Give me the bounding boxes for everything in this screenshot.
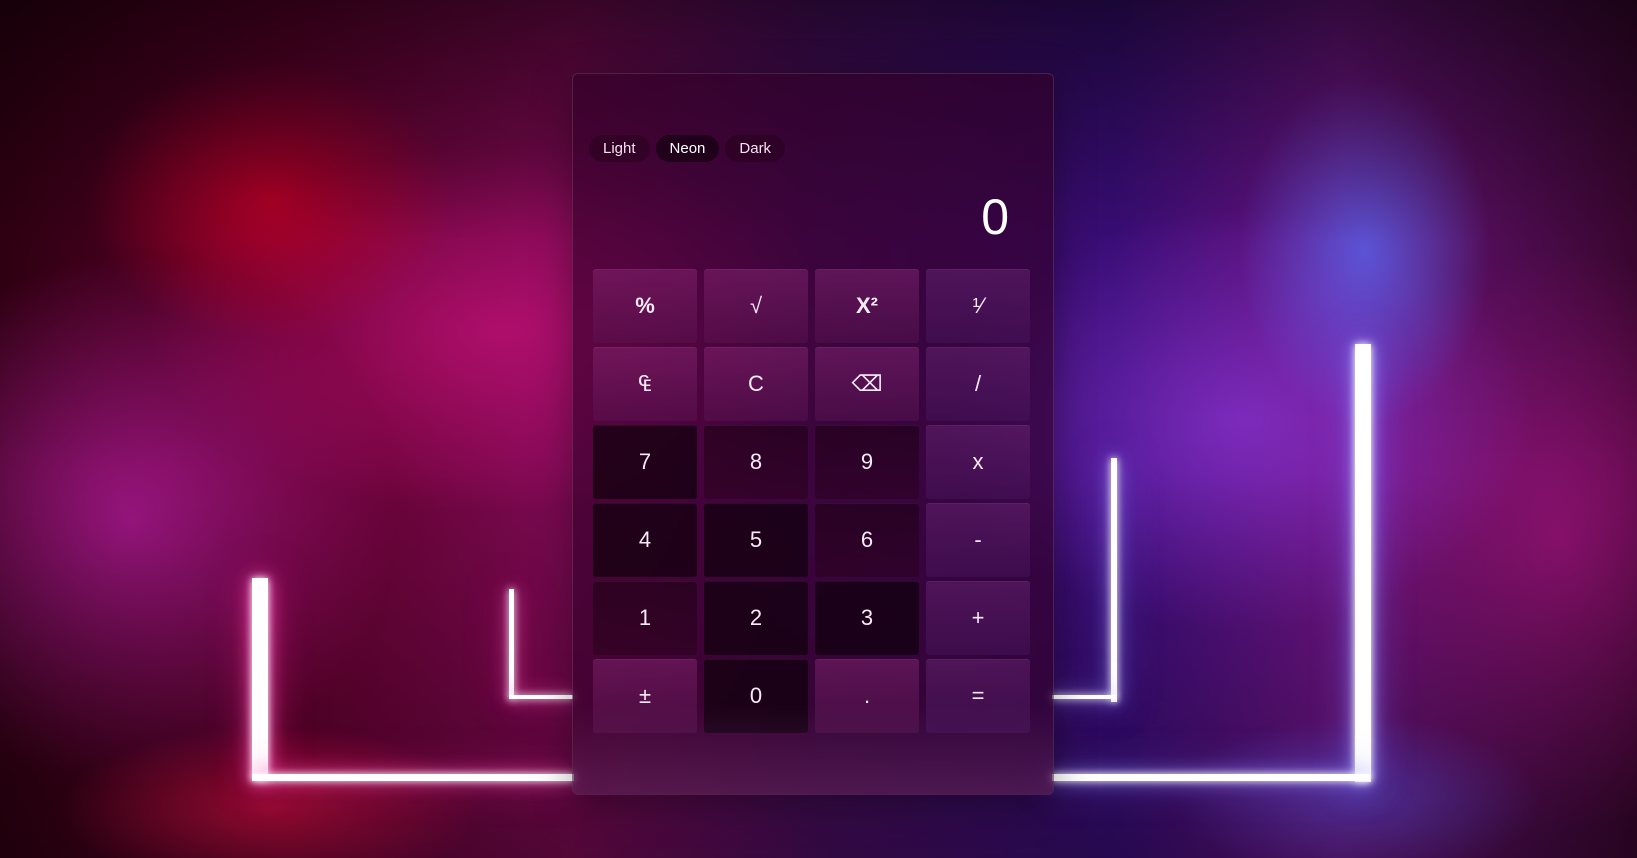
calculator: Light Neon Dark 0 % √ X² ¹⁄ ₠ C ⌫ / 7 8 … xyxy=(572,73,1054,795)
decimal-button[interactable]: . xyxy=(815,659,919,733)
equals-button[interactable]: = xyxy=(926,659,1030,733)
calculator-display: 0 xyxy=(981,189,1009,245)
neon-tube-inner-right-floor xyxy=(1052,695,1116,699)
theme-neon-button[interactable]: Neon xyxy=(655,135,720,162)
digit-3-button[interactable]: 3 xyxy=(815,581,919,655)
theme-light-button[interactable]: Light xyxy=(589,135,650,162)
digit-5-button[interactable]: 5 xyxy=(704,503,808,577)
square-root-button[interactable]: √ xyxy=(704,269,808,343)
digit-9-button[interactable]: 9 xyxy=(815,425,919,499)
digit-7-button[interactable]: 7 xyxy=(593,425,697,499)
neon-tube-inner-left-floor xyxy=(509,695,573,699)
reciprocal-button[interactable]: ¹⁄ xyxy=(926,269,1030,343)
subtract-button[interactable]: - xyxy=(926,503,1030,577)
digit-8-button[interactable]: 8 xyxy=(704,425,808,499)
theme-dark-button[interactable]: Dark xyxy=(725,135,786,162)
digit-4-button[interactable]: 4 xyxy=(593,503,697,577)
backspace-button[interactable]: ⌫ xyxy=(815,347,919,421)
neon-tube-left-floor xyxy=(252,774,574,781)
clear-button[interactable]: C xyxy=(704,347,808,421)
negate-button[interactable]: ± xyxy=(593,659,697,733)
neon-tube-inner-right-vertical xyxy=(1111,458,1117,702)
neon-background: Light Neon Dark 0 % √ X² ¹⁄ ₠ C ⌫ / 7 8 … xyxy=(0,0,1637,858)
neon-tube-inner-left-vertical xyxy=(509,589,514,699)
keypad: % √ X² ¹⁄ ₠ C ⌫ / 7 8 9 x 4 5 6 - 1 2 3 … xyxy=(593,269,1030,733)
digit-6-button[interactable]: 6 xyxy=(815,503,919,577)
clear-entry-button[interactable]: ₠ xyxy=(593,347,697,421)
digit-2-button[interactable]: 2 xyxy=(704,581,808,655)
digit-1-button[interactable]: 1 xyxy=(593,581,697,655)
digit-0-button[interactable]: 0 xyxy=(704,659,808,733)
square-button[interactable]: X² xyxy=(815,269,919,343)
percent-button[interactable]: % xyxy=(593,269,697,343)
neon-tube-right-floor xyxy=(1052,774,1370,781)
multiply-button[interactable]: x xyxy=(926,425,1030,499)
neon-tube-left-vertical xyxy=(252,578,268,780)
neon-tube-right-vertical xyxy=(1355,344,1371,782)
divide-button[interactable]: / xyxy=(926,347,1030,421)
theme-switcher: Light Neon Dark xyxy=(589,135,786,162)
add-button[interactable]: + xyxy=(926,581,1030,655)
